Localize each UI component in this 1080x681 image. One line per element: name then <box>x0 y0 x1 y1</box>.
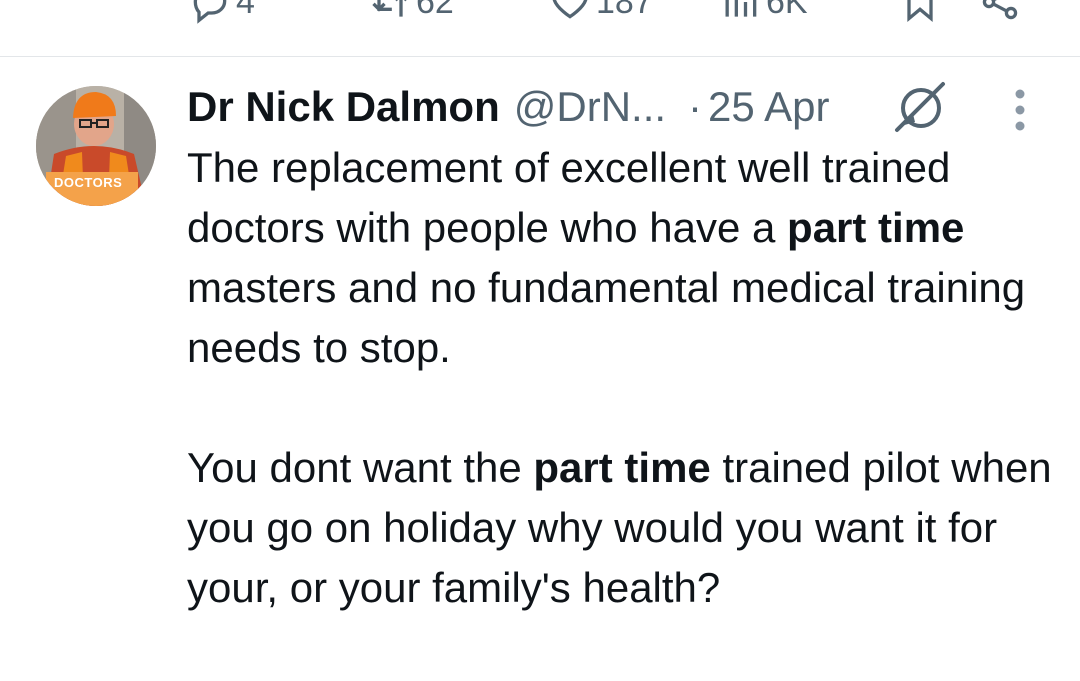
tweet-text-segment: You dont want the <box>187 444 534 491</box>
views-count: 6K <box>766 0 808 21</box>
reply-icon <box>193 0 227 24</box>
tweet-body: The replacement of excellent well traine… <box>187 138 1057 618</box>
more-options-icon[interactable] <box>1006 88 1034 134</box>
author-handle[interactable]: @DrN... <box>514 83 666 131</box>
tweet-paragraph-2: You dont want the part time trained pilo… <box>187 438 1057 618</box>
tweet-bold-text: part time <box>533 444 711 491</box>
share-icon <box>982 0 1018 20</box>
share-button[interactable] <box>978 0 1022 22</box>
grok-icon[interactable] <box>893 80 949 136</box>
reply-button[interactable]: 4 <box>188 0 255 24</box>
retweet-icon <box>372 0 407 17</box>
views-button[interactable]: 6K <box>718 0 808 22</box>
tweet-paragraph-1: The replacement of excellent well traine… <box>187 138 1057 378</box>
bookmark-icon <box>907 0 933 23</box>
retweet-button[interactable]: 62 <box>368 0 454 22</box>
header-separator: · <box>688 83 703 130</box>
tweet-text-segment: masters and no fundamental medical train… <box>187 264 1026 371</box>
author-avatar[interactable]: DOCTORS <box>36 86 156 206</box>
bookmark-button[interactable] <box>898 0 942 23</box>
retweet-count: 62 <box>416 0 454 21</box>
tweet-header: Dr Nick Dalmon @DrN... · 25 Apr <box>187 80 829 134</box>
tweet-date[interactable]: 25 Apr <box>708 83 829 131</box>
like-button[interactable]: 187 <box>548 0 653 22</box>
tweet-bold-text: part time <box>787 204 965 251</box>
avatar-sign-text: DOCTORS <box>54 175 123 190</box>
author-name[interactable]: Dr Nick Dalmon <box>187 83 500 131</box>
reply-count: 4 <box>236 0 255 21</box>
like-count: 187 <box>596 0 653 21</box>
views-chart-icon <box>725 0 757 17</box>
heart-icon <box>552 0 588 19</box>
previous-tweet-action-bar: 4 62 187 6K <box>0 0 1080 57</box>
